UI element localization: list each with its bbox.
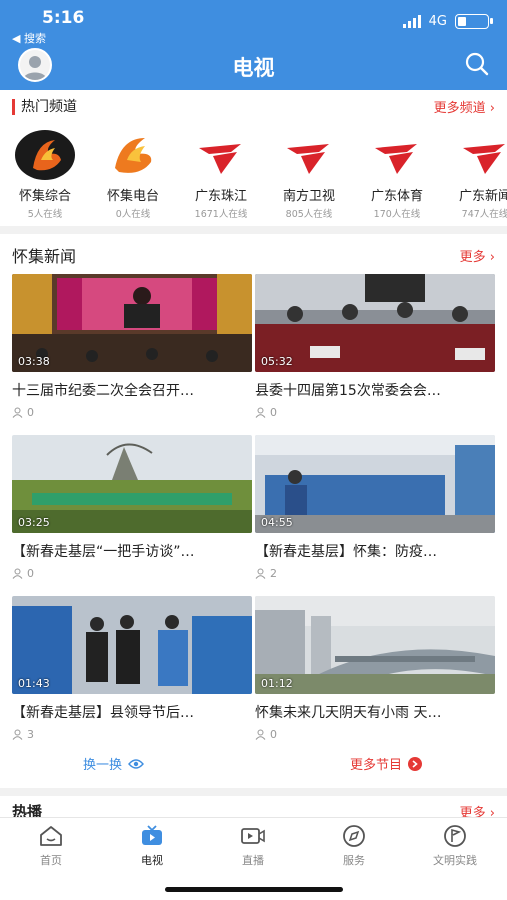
- video-views: 2: [255, 567, 495, 580]
- video-thumbnail: 04:55: [255, 435, 495, 533]
- more-hot-link[interactable]: 更多 ›: [460, 804, 495, 819]
- back-to-search[interactable]: ◀ 搜索: [12, 30, 46, 46]
- battery-icon: [455, 14, 493, 29]
- video-title: 【新春走基层】县领导节后…: [12, 705, 194, 721]
- channel-logo: [191, 130, 251, 180]
- tab-bar: 首页 电视 直播 服务 文明实践: [0, 817, 507, 900]
- hot-channels-title: 热门频道: [21, 99, 77, 115]
- video-card[interactable]: 03:25 【新春走基层“一把手访谈”… 0: [12, 435, 252, 580]
- section-divider: [0, 226, 507, 234]
- flag-icon: [444, 825, 466, 847]
- section-marker: [12, 99, 15, 115]
- video-duration: 05:32: [261, 355, 293, 368]
- video-card[interactable]: 01:12 怀集未来几天阴天有小雨 天… 0: [255, 596, 495, 741]
- user-icon: [12, 407, 23, 418]
- channel-item[interactable]: 怀集电台 0人在线: [88, 130, 178, 220]
- chevron-right-icon: [408, 756, 423, 771]
- channel-item[interactable]: 广东体育 170人在线: [352, 130, 442, 220]
- tab-live[interactable]: 直播: [213, 824, 293, 868]
- network-type: 4G: [428, 14, 447, 29]
- more-programs-button[interactable]: 更多节目: [350, 754, 423, 773]
- more-news-link[interactable]: 更多 ›: [460, 246, 495, 265]
- more-channels-link[interactable]: 更多频道 ›: [434, 97, 495, 116]
- hot-channels-header: 热门频道 更多频道 ›: [0, 96, 507, 116]
- user-icon: [255, 729, 266, 740]
- refresh-button[interactable]: 换一换: [83, 754, 144, 773]
- video-card[interactable]: 05:32 县委十四届第15次常委会会… 0: [255, 274, 495, 419]
- channel-logo: [103, 130, 163, 180]
- video-views: 0: [255, 728, 495, 741]
- user-icon: [255, 407, 266, 418]
- user-icon: [12, 729, 23, 740]
- signal-icon: [402, 15, 421, 28]
- video-thumbnail: 01:12: [255, 596, 495, 694]
- video-card[interactable]: 04:55 【新春走基层】怀集：防疫… 2: [255, 435, 495, 580]
- channel-item[interactable]: 南方卫视 805人在线: [264, 130, 354, 220]
- video-title: 县委十四届第15次常委会会…: [255, 383, 441, 399]
- video-title: 【新春走基层】怀集：防疫…: [255, 544, 437, 560]
- hot-section-header: 热播 更多 ›: [0, 804, 507, 818]
- top-bar: 5:16 ◀ 搜索 4G 电视: [0, 0, 507, 90]
- video-title: 【新春走基层“一把手访谈”…: [12, 544, 195, 560]
- video-duration: 01:43: [18, 677, 50, 690]
- section-divider: [0, 788, 507, 796]
- news-header: 怀集新闻 更多 ›: [0, 244, 507, 266]
- status-time: 5:16: [42, 8, 85, 28]
- video-views: 3: [12, 728, 252, 741]
- video-title: 怀集未来几天阴天有小雨 天…: [255, 705, 442, 721]
- channel-logo: [367, 130, 427, 180]
- channel-item[interactable]: 广东珠江 1671人在线: [176, 130, 266, 220]
- video-title: 十三届市纪委二次全会召开…: [12, 383, 194, 399]
- video-camera-icon: [241, 828, 265, 844]
- tab-civilization-practice[interactable]: 文明实践: [415, 824, 495, 868]
- video-views: 0: [12, 406, 252, 419]
- news-title: 怀集新闻: [12, 247, 77, 266]
- video-duration: 01:12: [261, 677, 293, 690]
- user-icon: [255, 568, 266, 579]
- video-views: 0: [12, 567, 252, 580]
- news-actions: 换一换 更多节目: [0, 754, 507, 776]
- video-thumbnail: 03:25: [12, 435, 252, 533]
- hot-section-title: 热播: [12, 804, 43, 818]
- tab-home[interactable]: 首页: [11, 824, 91, 868]
- video-thumbnail: 01:43: [12, 596, 252, 694]
- video-card[interactable]: 01:43 【新春走基层】县领导节后… 3: [12, 596, 252, 741]
- eye-icon: [128, 758, 144, 769]
- user-icon: [12, 568, 23, 579]
- compass-icon: [343, 825, 365, 847]
- video-views: 0: [255, 406, 495, 419]
- tab-service[interactable]: 服务: [314, 824, 394, 868]
- channel-item[interactable]: 怀集综合 5人在线: [0, 130, 90, 220]
- channel-logo: [455, 130, 507, 180]
- status-indicators: 4G: [402, 14, 493, 29]
- page-title: 电视: [232, 56, 275, 80]
- video-card[interactable]: 03:38 十三届市纪委二次全会召开… 0: [12, 274, 252, 419]
- video-duration: 03:25: [18, 516, 50, 529]
- channel-list: 怀集综合 5人在线 怀集电台 0人在线 广东珠江 1671人在线 南方卫视 80…: [0, 124, 507, 224]
- tab-tv[interactable]: 电视: [112, 824, 192, 868]
- home-indicator[interactable]: [165, 887, 343, 892]
- video-thumbnail: 05:32: [255, 274, 495, 372]
- search-icon[interactable]: [463, 50, 491, 78]
- video-thumbnail: 03:38: [12, 274, 252, 372]
- tv-icon: [142, 825, 162, 845]
- video-duration: 03:38: [18, 355, 50, 368]
- channel-item[interactable]: 广东新闻 747人在线: [440, 130, 507, 220]
- home-icon: [40, 826, 62, 846]
- video-duration: 04:55: [261, 516, 293, 529]
- channel-logo: [15, 130, 75, 180]
- channel-logo: [279, 130, 339, 180]
